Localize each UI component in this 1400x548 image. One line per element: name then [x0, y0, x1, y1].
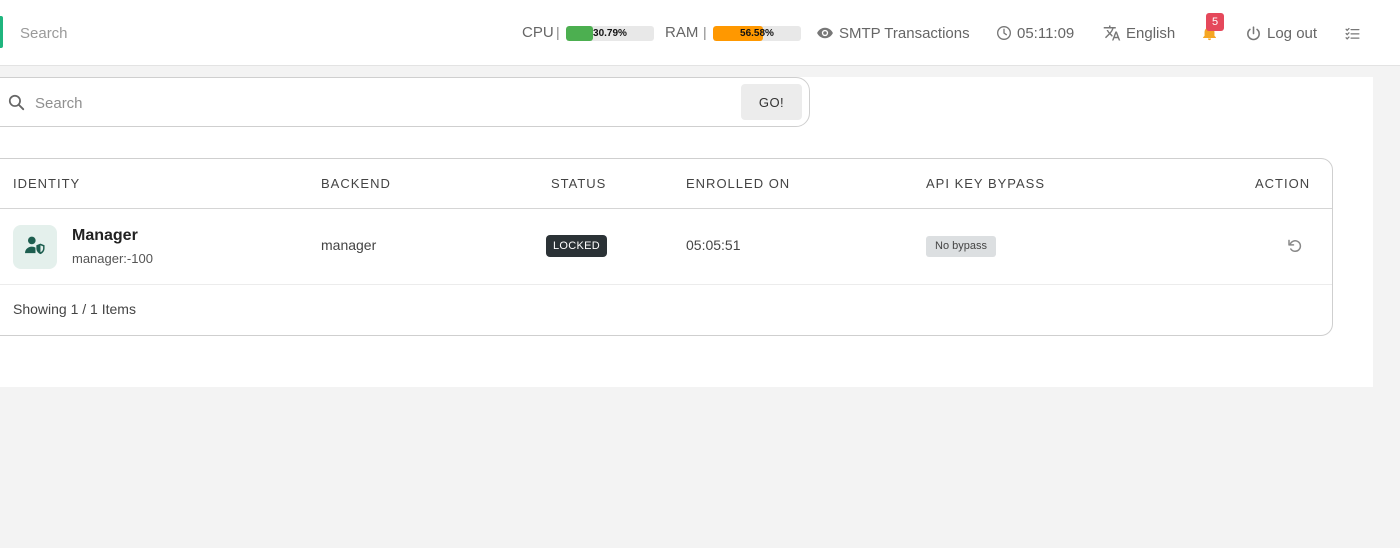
user-shield-icon: [24, 235, 46, 260]
enrolled-on-cell: 05:05:51: [686, 237, 741, 253]
power-icon: [1245, 25, 1262, 42]
column-header-identity[interactable]: IDENTITY: [13, 176, 80, 191]
smtp-transactions-label: SMTP Transactions: [839, 24, 970, 42]
smtp-transactions-link[interactable]: SMTP Transactions: [816, 22, 970, 44]
search-form: GO!: [0, 77, 810, 127]
language-label: English: [1126, 24, 1176, 42]
identities-table: IDENTITY BACKEND STATUS ENROLLED ON API …: [0, 158, 1333, 336]
checklist-icon: [1344, 25, 1361, 42]
column-header-status[interactable]: STATUS: [551, 176, 606, 191]
row-divider: [0, 284, 1332, 285]
api-key-bypass-badge: No bypass: [926, 236, 996, 257]
header-divider: [0, 208, 1332, 209]
go-button[interactable]: GO!: [741, 84, 802, 120]
cpu-separator: |: [556, 24, 560, 40]
eye-icon: [816, 24, 834, 42]
column-header-enrolled-on[interactable]: ENROLLED ON: [686, 176, 790, 191]
ram-usage-bar: 56.58%: [713, 26, 801, 41]
column-header-api-key-bypass[interactable]: API KEY BYPASS: [926, 176, 1045, 191]
logout-label: Log out: [1267, 24, 1318, 42]
header-search-input[interactable]: [20, 22, 320, 44]
clock-icon: [996, 25, 1012, 41]
status-badge: LOCKED: [546, 235, 608, 257]
identity-id: manager:-100: [72, 251, 153, 266]
column-header-action: ACTION: [1255, 176, 1311, 191]
search-input[interactable]: [35, 92, 715, 114]
content-panel: GO! IDENTITY BACKEND STATUS ENROLLED ON …: [0, 77, 1373, 387]
cpu-usage-text: 30.79%: [593, 28, 627, 39]
cpu-usage-bar: 30.79%: [566, 26, 654, 41]
search-accent-bar: [0, 16, 3, 48]
clock-time: 05:11:09: [1017, 24, 1075, 42]
server-clock: 05:11:09: [996, 22, 1074, 44]
backend-cell: manager: [321, 237, 377, 253]
search-icon: [7, 93, 26, 117]
cpu-label: CPU: [522, 24, 554, 41]
ram-usage-text: 56.58%: [740, 28, 774, 39]
notification-count-badge: 5: [1206, 13, 1224, 31]
translate-icon: [1103, 24, 1121, 42]
ram-label: RAM: [665, 24, 699, 41]
column-header-backend[interactable]: BACKEND: [321, 176, 391, 191]
top-header: CPU | 30.79% RAM | 56.58% SMTP Transacti…: [0, 0, 1400, 66]
language-selector[interactable]: English: [1103, 22, 1175, 44]
restore-icon[interactable]: [1286, 237, 1304, 260]
tasks-button[interactable]: [1344, 22, 1361, 44]
pagination-summary: Showing 1 / 1 Items: [13, 301, 136, 317]
identity-name[interactable]: Manager: [72, 227, 138, 245]
avatar: [13, 225, 57, 269]
logout-button[interactable]: Log out: [1245, 22, 1317, 44]
ram-separator: |: [703, 24, 707, 40]
